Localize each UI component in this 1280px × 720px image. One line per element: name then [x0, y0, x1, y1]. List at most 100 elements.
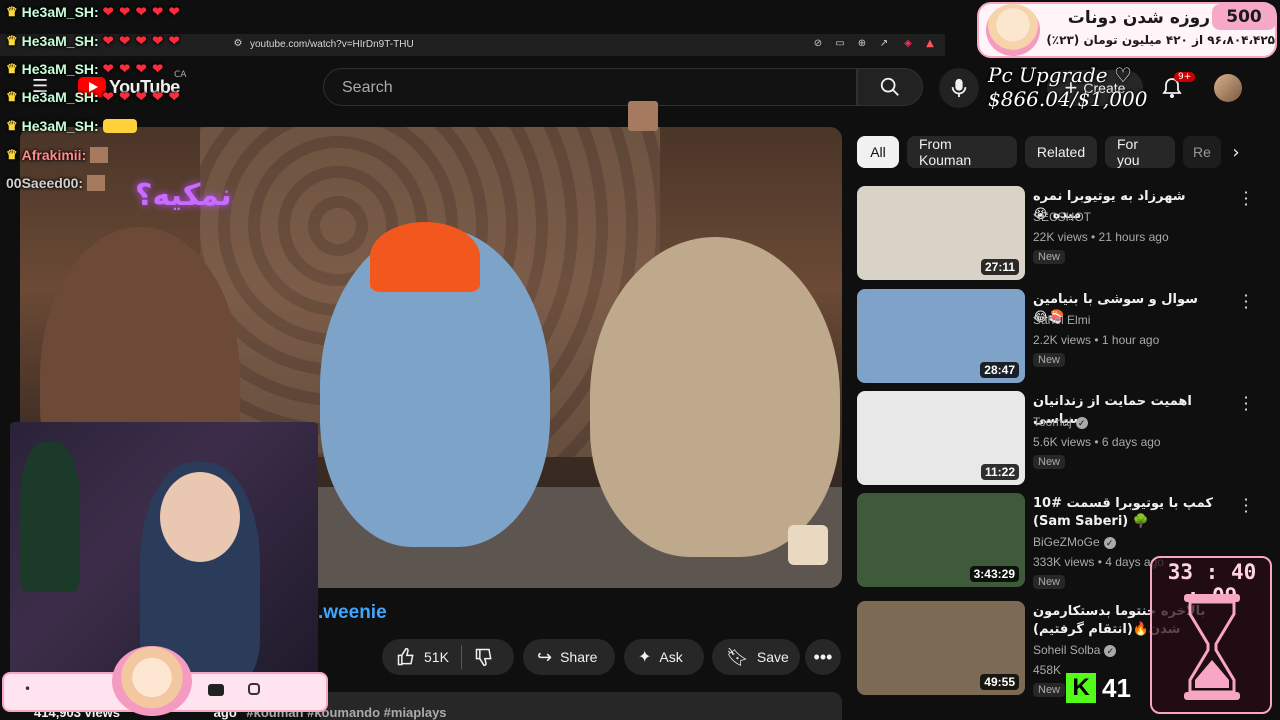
ask-button[interactable]: ✦ Ask	[624, 639, 704, 675]
thumbnail[interactable]: 27:11	[857, 186, 1025, 280]
more-actions-icon[interactable]: •••	[805, 639, 841, 675]
rewards-icon[interactable]: ▲	[924, 38, 936, 50]
channel-name[interactable]: BiGeZMoGe	[1033, 535, 1100, 549]
thumbs-up-icon[interactable]	[396, 647, 416, 667]
rec-channel[interactable]: Toomaj ✓	[1033, 415, 1088, 429]
recommendation-item[interactable]: 27:11 شهرزاد به یوتیوبرا نمره میده 😭 SEC…	[857, 185, 1252, 282]
anime-avatar-sunglasses	[112, 646, 192, 716]
crown-icon: ♛	[6, 4, 18, 19]
share-button[interactable]: ↪ Share	[523, 639, 615, 675]
chat-message: ♛ He3aM_SH: ❤ ❤ ❤ ❤ ❤	[6, 2, 181, 22]
emote-icon	[87, 175, 106, 191]
chat-message: 00Saeed00:	[6, 173, 106, 193]
chat-user: He3aM_SH:	[21, 118, 99, 134]
voice-search-button[interactable]	[939, 68, 979, 108]
divider	[460, 645, 462, 669]
rec-channel[interactable]: SECSHOT	[1033, 210, 1091, 224]
more-vert-icon[interactable]: · · ·	[1240, 288, 1252, 316]
site-info-icon[interactable]: ⚙	[232, 38, 244, 50]
face-emote	[628, 101, 658, 131]
rec-channel[interactable]: Sahel Elmi	[1033, 313, 1090, 327]
chat-user: He3aM_SH:	[21, 4, 99, 20]
crown-icon: ♛	[6, 33, 18, 48]
chevron-right-icon[interactable]: ›	[1222, 138, 1250, 166]
person-right	[590, 237, 840, 557]
verified-icon: ✓	[1104, 644, 1117, 657]
orange-beanie	[370, 222, 480, 292]
duration: 27:11	[980, 259, 1019, 275]
channel-name[interactable]: Soheil Solba	[1033, 643, 1100, 657]
recommendation-item[interactable]: 28:47 سوال و سوشی با بنیامین 🍣😂 Sahel El…	[857, 288, 1252, 385]
kick-viewer-count: K 41	[1066, 670, 1136, 706]
thumbs-down-icon[interactable]	[474, 647, 494, 667]
chat-user: He3aM_SH:	[21, 33, 99, 49]
duration: 28:47	[980, 362, 1019, 378]
search-icon	[880, 77, 899, 96]
pc-upgrade-goal: Pc Upgrade ♡ $866.04/$1,000	[988, 63, 1148, 111]
rec-meta: 458K	[1033, 663, 1062, 677]
url-field[interactable]: youtube.com/watch?v=HIrDn9T-THU	[250, 39, 414, 50]
save-label: Save	[756, 649, 789, 665]
streamer-face	[160, 472, 240, 562]
channel-name[interactable]: Toomaj	[1033, 415, 1072, 429]
country-code: CA	[174, 70, 187, 80]
cast-icon[interactable]: ▭	[834, 38, 846, 50]
crown-icon: ♛	[6, 147, 18, 162]
dot-icon: •	[24, 682, 32, 696]
new-badge: New	[1033, 575, 1066, 589]
chat-text: ❤ ❤ ❤ ❤	[102, 61, 165, 76]
emote-icon	[102, 119, 137, 133]
save-button[interactable]: 🔖︎ Save	[712, 639, 800, 675]
chat-message: ♛ He3aM_SH:	[6, 116, 137, 136]
recommendation-item[interactable]: 11:22 اهمیت حمایت از زندانیان سیاسی Toom…	[857, 390, 1252, 487]
chat-message: ♛ He3aM_SH: ❤ ❤ ❤ ❤ ❤	[6, 31, 181, 51]
kick-count: 41	[1102, 672, 1131, 703]
rec-channel[interactable]: BiGeZMoGe ✓	[1033, 535, 1116, 549]
like-dislike-group: 51K	[382, 639, 514, 675]
verified-icon: ✓	[1075, 416, 1088, 429]
search-button[interactable]	[857, 68, 923, 106]
like-count[interactable]: 51K	[424, 649, 449, 665]
rec-channel[interactable]: Soheil Solba ✓	[1033, 643, 1117, 657]
new-badge: New	[1033, 250, 1066, 264]
search-input[interactable]	[340, 69, 844, 107]
chat-message: ♛ He3aM_SH: ❤ ❤ ❤ ❤	[6, 59, 164, 79]
rec-meta: 5.6K views • 6 days ago	[1033, 435, 1161, 449]
channel-watermark[interactable]	[788, 525, 828, 565]
chat-message: ♛ Afrakimii:	[6, 145, 109, 165]
verified-icon: ✓	[1103, 536, 1116, 549]
thumbnail[interactable]: 28:47	[857, 289, 1025, 383]
rec-title[interactable]: کمپ با یوتیوبرا قسمت #10 🌳 (Sam Saberi)	[1033, 495, 1213, 531]
youtube-icon	[208, 684, 224, 696]
thumbnail[interactable]: 49:55	[857, 601, 1025, 695]
video-title: .weenie	[318, 602, 387, 623]
anime-avatar	[986, 4, 1040, 56]
more-vert-icon[interactable]: · · ·	[1240, 492, 1252, 520]
more-vert-icon[interactable]: · · ·	[1240, 185, 1252, 213]
chip-related[interactable]: Related	[1025, 136, 1097, 168]
new-badge: New	[1033, 683, 1066, 697]
donation-amount: 500	[1212, 4, 1276, 30]
zoom-icon[interactable]: ⊕	[856, 38, 868, 50]
mute-icon[interactable]: ⊘	[812, 38, 824, 50]
search-box[interactable]	[323, 68, 857, 107]
chip-from-kouman[interactable]: From Kouman	[907, 136, 1017, 168]
emote-icon	[90, 147, 109, 163]
chip-all[interactable]: All	[857, 136, 899, 168]
thumbnail[interactable]: 3:43:29	[857, 493, 1025, 587]
chip-for-you[interactable]: For you	[1105, 136, 1175, 168]
instagram-icon	[248, 683, 260, 695]
chat-message: ♛ He3aM_SH: ❤ ❤ ❤ ❤ ❤	[6, 87, 181, 107]
share-page-icon[interactable]: ↗	[878, 38, 890, 50]
chip-recently-uploaded[interactable]: Re	[1183, 136, 1221, 168]
duration: 3:43:29	[969, 566, 1019, 582]
kick-logo-icon: K	[1066, 673, 1096, 703]
brave-shield-icon[interactable]: ◈	[902, 38, 914, 50]
bookmark-icon: 🔖︎	[726, 646, 749, 667]
crown-icon: ♛	[6, 89, 18, 104]
more-vert-icon[interactable]: · · ·	[1240, 390, 1252, 418]
chat-text: ❤ ❤ ❤ ❤ ❤	[102, 4, 181, 19]
christmas-tree	[20, 442, 80, 592]
thumbnail[interactable]: 11:22	[857, 391, 1025, 485]
chat-text: ❤ ❤ ❤ ❤ ❤	[102, 33, 181, 48]
